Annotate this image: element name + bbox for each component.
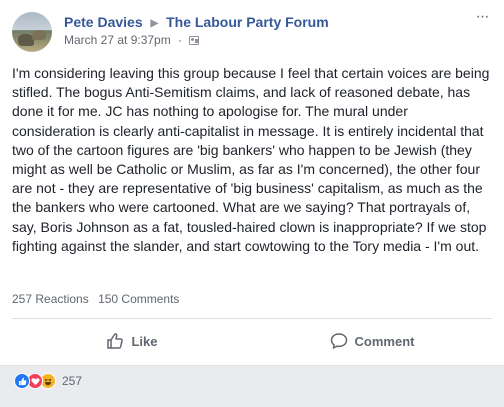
author-name[interactable]: Pete Davies <box>64 14 143 30</box>
arrow-right-icon: ▶ <box>150 18 159 29</box>
avatar[interactable] <box>12 12 52 52</box>
post-header: Pete Davies ▶ The Labour Party Forum Mar… <box>12 9 492 54</box>
thumbs-up-icon <box>107 333 124 349</box>
like-icon <box>14 373 30 389</box>
timestamp[interactable]: March 27 at 9:37pm <box>64 33 171 47</box>
separator: · <box>178 33 183 47</box>
group-name[interactable]: The Labour Party Forum <box>166 14 329 30</box>
reactions-count[interactable]: 257 Reactions <box>12 292 89 306</box>
reactions-total[interactable]: 257 <box>62 374 82 388</box>
comments-count[interactable]: 150 Comments <box>98 292 179 306</box>
like-button[interactable]: Like <box>12 320 252 362</box>
comment-label: Comment <box>354 333 415 349</box>
post-card: Pete Davies ▶ The Labour Party Forum Mar… <box>0 0 504 366</box>
audience-icon[interactable] <box>189 36 200 45</box>
more-options-icon[interactable]: ··· <box>472 9 492 28</box>
comment-icon <box>330 333 347 349</box>
like-label: Like <box>131 333 158 349</box>
post-body: I'm considering leaving this group becau… <box>12 65 490 254</box>
post-stats: 257 Reactions 150 Comments <box>12 292 492 306</box>
author-line: Pete Davies ▶ The Labour Party Forum <box>64 14 329 30</box>
post-meta: March 27 at 9:37pm · <box>64 33 200 47</box>
comment-button[interactable]: Comment <box>252 320 492 362</box>
divider <box>12 318 492 319</box>
action-bar: Like Comment <box>12 320 492 362</box>
reactions-summary[interactable]: 257 <box>14 372 82 390</box>
